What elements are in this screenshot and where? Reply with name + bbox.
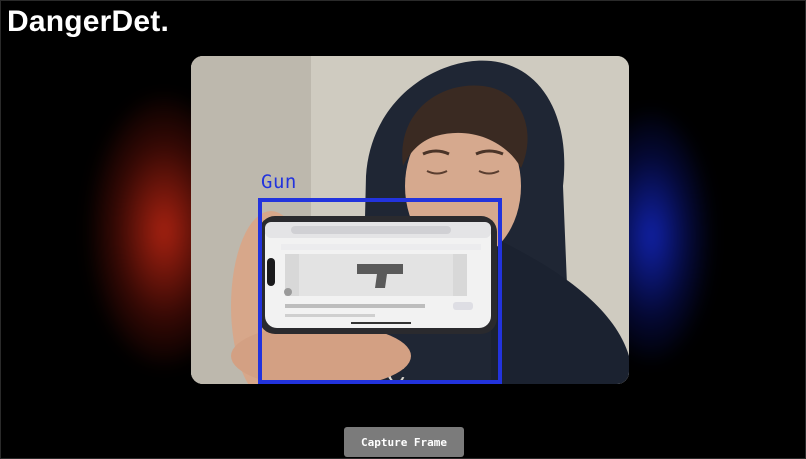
capture-frame-button[interactable]: Capture Frame: [344, 427, 464, 457]
webcam-image: M C: [191, 56, 629, 384]
app-root: DangerDet. M C: [0, 0, 806, 459]
detection-label: Gun: [261, 171, 297, 193]
app-title: DangerDet.: [7, 5, 170, 38]
webcam-feed: M C: [191, 56, 629, 384]
